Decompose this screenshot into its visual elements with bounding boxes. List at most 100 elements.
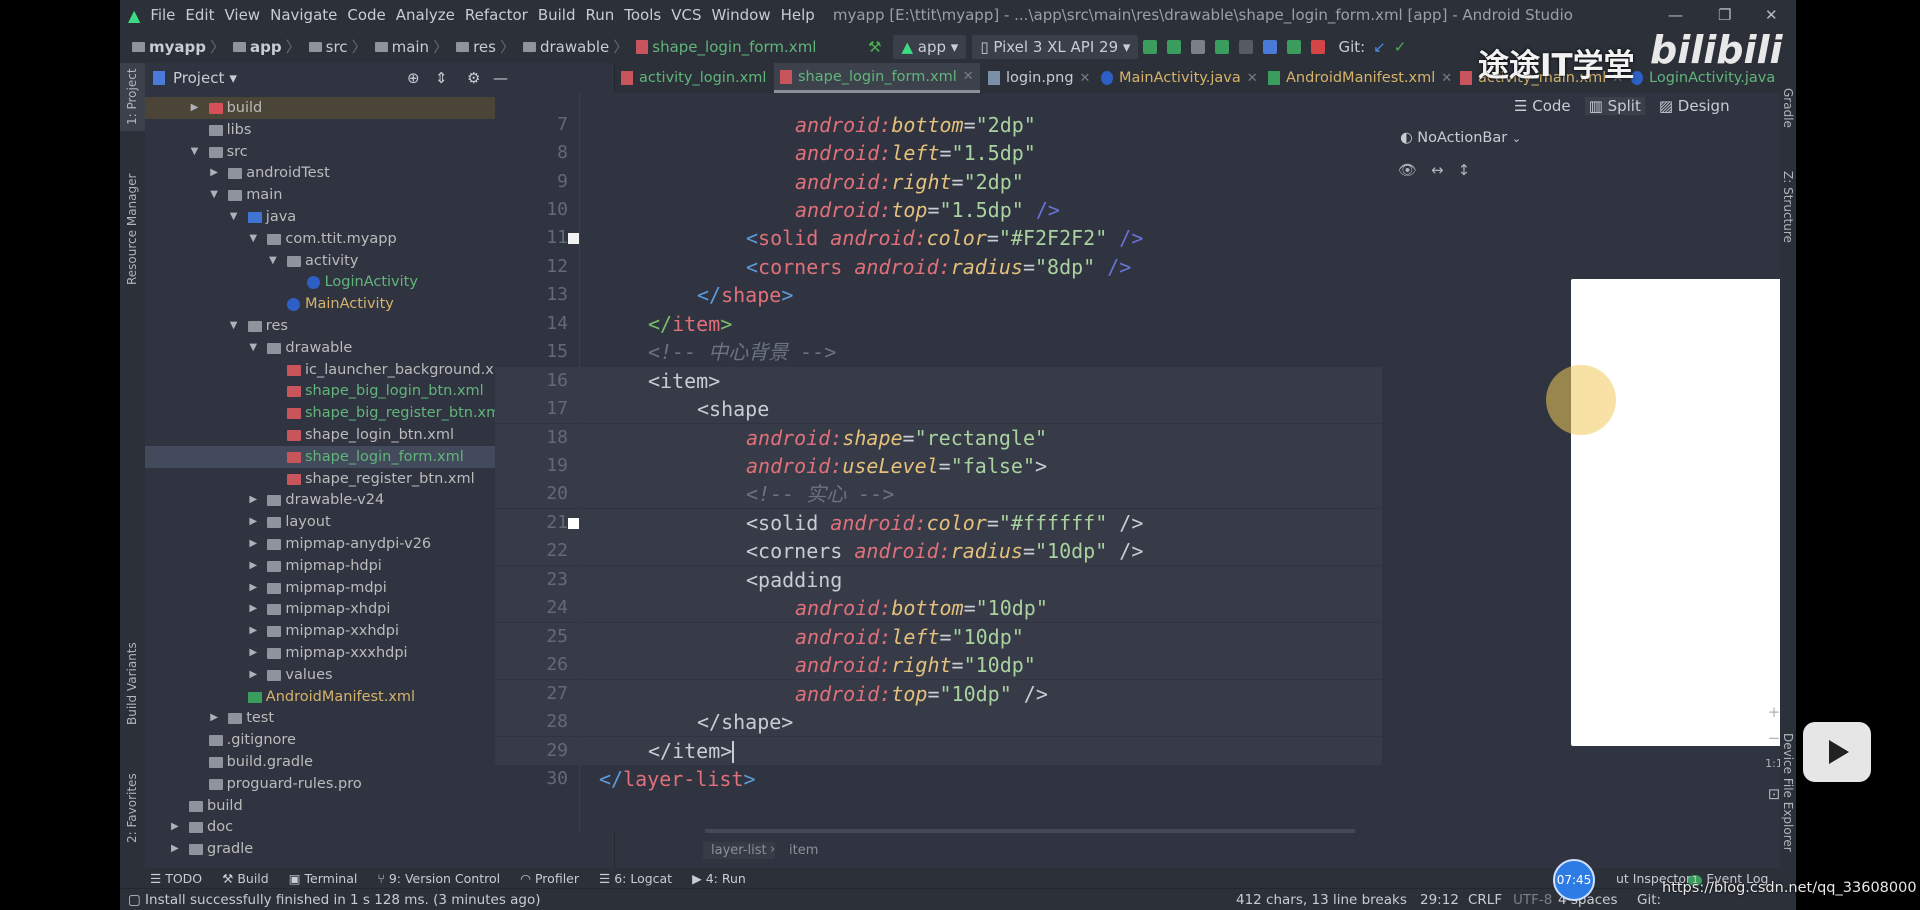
code-line[interactable]: 7 android:bottom="2dp" (495, 111, 1495, 139)
code-line[interactable]: 26 android:right="10dp" (495, 651, 1495, 680)
build-hammer-icon[interactable]: ⚒ (868, 38, 881, 56)
code-line[interactable]: 20 <!-- 实心 --> (495, 480, 1495, 509)
profile-icon[interactable] (1191, 39, 1206, 54)
breadcrumb-src[interactable]: src 〉 (308, 36, 371, 57)
menu-navigate[interactable]: Navigate (270, 6, 337, 24)
git-branch[interactable]: Git: (1637, 892, 1661, 908)
gradle-tool-label[interactable]: Gradle (1781, 88, 1795, 128)
git-commit-icon[interactable]: ✓ (1394, 38, 1407, 56)
code-line[interactable]: 12 <corners android:radius="8dp" /> (495, 253, 1495, 281)
attach-debugger-icon[interactable] (1239, 39, 1254, 54)
tab-shape-login-form-xml[interactable]: shape_login_form.xml ✕ (774, 63, 980, 93)
gear-icon[interactable]: ⚙ (467, 69, 480, 87)
design-mode-button[interactable]: ▨ Design (1659, 97, 1730, 115)
restore-button[interactable]: ❐ (1718, 6, 1731, 24)
menu-help[interactable]: Help (781, 6, 815, 24)
terminal-tool-button[interactable]: ▣ Terminal (289, 871, 358, 886)
collapse-arrow-icon[interactable]: ▶ (249, 664, 257, 686)
close-tab-icon[interactable]: ✕ (1441, 71, 1452, 86)
code-line[interactable]: 14 </item> (495, 310, 1495, 338)
code-line[interactable]: 27 android:top="10dp" /> (495, 679, 1495, 708)
tab-login-png[interactable]: login.png ✕ (982, 63, 1096, 93)
menu-edit[interactable]: Edit (185, 6, 214, 24)
collapse-arrow-icon[interactable]: ▶ (249, 489, 257, 511)
code-line[interactable]: 19 android:useLevel="false"> (495, 452, 1495, 480)
git-update-icon[interactable]: ↙ (1373, 38, 1386, 56)
menu-refactor[interactable]: Refactor (465, 6, 528, 24)
line-separator[interactable]: CRLF (1468, 892, 1502, 908)
device-dropdown[interactable]: ▯ Pixel 3 XL API 29 ▾ (972, 34, 1139, 59)
run-config-dropdown[interactable]: ▲ app ▾ (893, 34, 967, 59)
menu-analyze[interactable]: Analyze (396, 6, 455, 24)
version-control-tool-button[interactable]: ⑂ 9: Version Control (377, 871, 500, 886)
device-file-explorer-tool-label[interactable]: Device File Explorer (1781, 733, 1795, 852)
code-line[interactable]: 24 android:bottom="10dp" (495, 594, 1495, 623)
code-line[interactable]: 10 android:top="1.5dp" /> (495, 196, 1495, 224)
code-line[interactable]: 9 android:right="2dp" (495, 168, 1495, 196)
code-line[interactable]: 15 <!-- 中心背景 --> (495, 338, 1495, 366)
breadcrumb-layer-list[interactable]: layer-list (703, 842, 775, 859)
collapse-arrow-icon[interactable]: ▶ (210, 162, 218, 184)
resource-manager-tool-label[interactable]: Resource Manager (125, 174, 139, 285)
profiler-tool-button[interactable]: ◠ Profiler (520, 871, 579, 886)
resize-horizontal-icon[interactable]: ↔ (1431, 161, 1444, 179)
color-swatch-icon[interactable] (568, 233, 579, 245)
collapse-arrow-icon[interactable]: ▶ (249, 642, 257, 664)
breadcrumb-main[interactable]: main 〉 (374, 36, 453, 57)
code-line[interactable]: 22 <corners android:radius="10dp" /> (495, 537, 1495, 566)
split-mode-button[interactable]: ▥ Split (1584, 97, 1645, 115)
expand-arrow-icon[interactable]: ▼ (210, 184, 218, 206)
close-tab-icon[interactable]: ✕ (1080, 71, 1091, 86)
menu-code[interactable]: Code (347, 6, 385, 24)
build-variants-tool-label[interactable]: Build Variants (125, 642, 139, 725)
menu-build[interactable]: Build (538, 6, 576, 24)
collapse-arrow-icon[interactable]: ▶ (249, 598, 257, 620)
minimize-button[interactable]: — (1668, 6, 1683, 24)
code-line[interactable]: 11 <solid android:color="#F2F2F2" /> (495, 224, 1495, 252)
expand-arrow-icon[interactable]: ▼ (230, 315, 238, 337)
cursor-position[interactable]: 29:12 (1420, 892, 1459, 908)
build-tool-button[interactable]: ⚒ Build (222, 871, 269, 886)
collapse-arrow-icon[interactable]: ▶ (249, 555, 257, 577)
collapse-arrow-icon[interactable]: ▶ (249, 511, 257, 533)
favorites-tool-label[interactable]: 2: Favorites (125, 773, 139, 843)
expand-arrow-icon[interactable]: ▼ (269, 250, 277, 272)
editor-horizontal-scrollbar[interactable] (705, 829, 1355, 833)
breadcrumb-app[interactable]: app 〉 (233, 36, 305, 57)
file-encoding[interactable]: UTF-8 (1513, 892, 1552, 908)
structure-tool-label[interactable]: Z: Structure (1781, 171, 1795, 243)
breadcrumb-file[interactable]: shape_login_form.xml (636, 38, 816, 56)
code-line[interactable]: 13 </shape> (495, 281, 1495, 309)
collapse-all-icon[interactable]: ⇕ (435, 69, 448, 87)
color-swatch-icon[interactable] (568, 517, 579, 529)
expand-arrow-icon[interactable]: ▼ (230, 206, 238, 228)
collapse-arrow-icon[interactable]: ▶ (249, 620, 257, 642)
collapse-arrow-icon[interactable]: ▶ (249, 577, 257, 599)
code-line[interactable]: 23 <padding (495, 565, 1495, 594)
menu-file[interactable]: File (150, 6, 175, 24)
expand-arrow-icon[interactable]: ▼ (191, 141, 199, 163)
breadcrumb-res[interactable]: res 〉 (456, 36, 519, 57)
collapse-arrow-icon[interactable]: ▶ (210, 707, 218, 729)
code-mode-button[interactable]: ☰ Code (1514, 97, 1571, 115)
collapse-arrow-icon[interactable]: ▶ (249, 533, 257, 555)
expand-arrow-icon[interactable]: ▼ (249, 337, 257, 359)
tab-mainactivity-java[interactable]: MainActivity.java ✕ (1095, 63, 1264, 93)
profiler-icon[interactable] (1263, 39, 1278, 54)
code-line[interactable]: 21 <solid android:color="#ffffff" /> (495, 508, 1495, 537)
todo-tool-button[interactable]: ☰ TODO (150, 871, 202, 886)
project-tool-label[interactable]: 1: Project (125, 68, 139, 125)
code-line[interactable]: 28 </shape> (495, 708, 1495, 737)
stop-icon[interactable] (1311, 39, 1326, 54)
device-preview-canvas[interactable] (1571, 279, 1796, 746)
code-line[interactable]: 18 android:shape="rectangle" (495, 423, 1495, 452)
theme-dropdown[interactable]: ◐ NoActionBar ⌄ (1400, 130, 1521, 146)
close-tab-icon[interactable]: ✕ (1247, 71, 1258, 86)
debug-icon[interactable] (1215, 39, 1230, 54)
breadcrumb-myapp[interactable]: myapp 〉 (132, 36, 229, 57)
close-tab-icon[interactable]: ✕ (963, 69, 974, 84)
breadcrumb-item[interactable]: item (785, 842, 822, 859)
resize-vertical-icon[interactable]: ↕ (1458, 161, 1471, 179)
menu-view[interactable]: View (224, 6, 260, 24)
apply-code-changes-icon[interactable] (1167, 39, 1182, 54)
